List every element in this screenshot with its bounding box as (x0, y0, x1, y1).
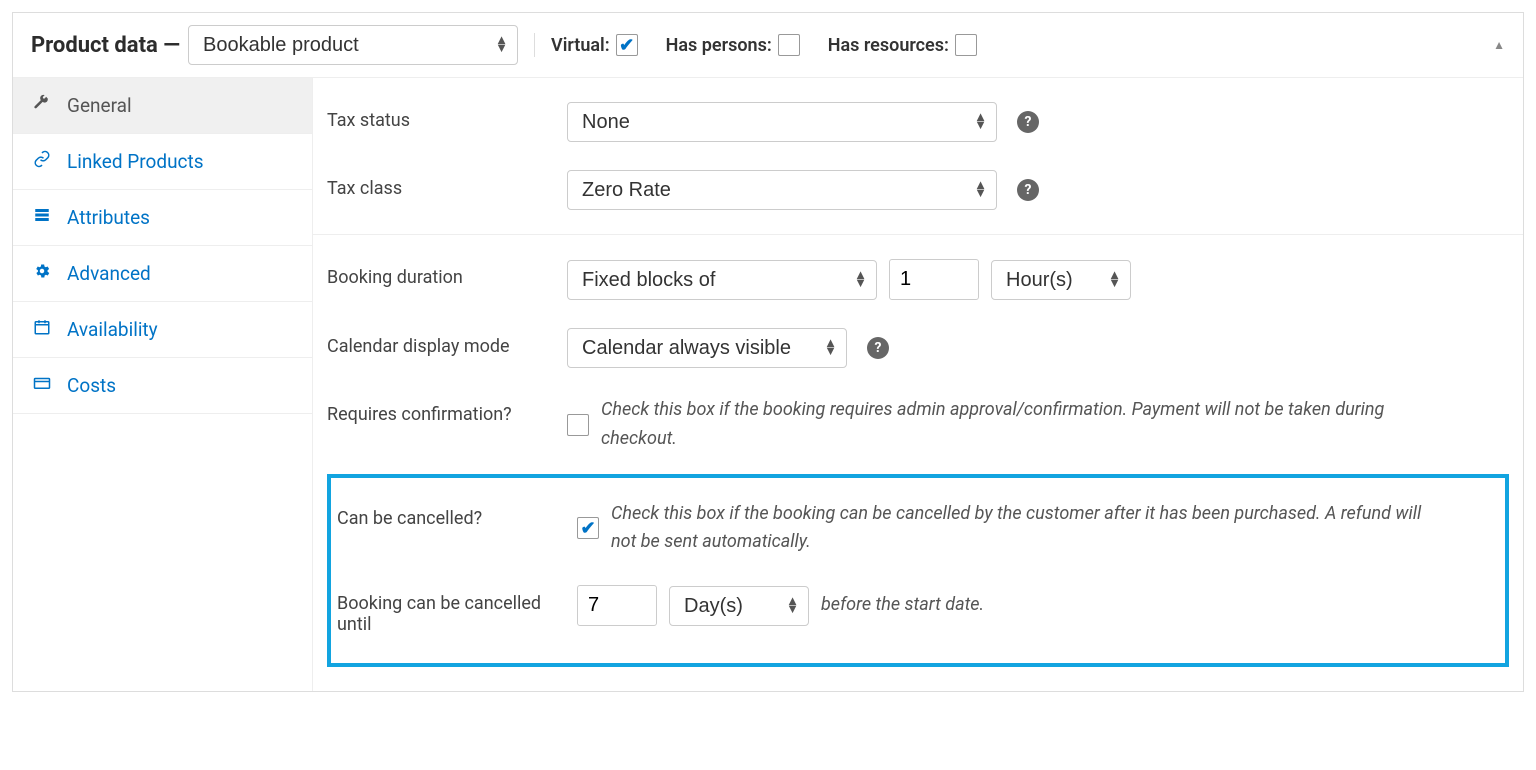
can-be-cancelled-checkbox[interactable] (577, 517, 599, 539)
help-icon[interactable]: ? (1017, 111, 1039, 133)
cancellation-highlight: Can be cancelled? Check this box if the … (327, 474, 1509, 668)
gear-icon (33, 262, 55, 285)
sidebar-item-label: Advanced (67, 262, 151, 285)
tax-status-label: Tax status (327, 102, 567, 131)
cancel-until-value-input[interactable] (577, 585, 657, 626)
sidebar-item-linked-products[interactable]: Linked Products (13, 134, 312, 190)
panel-body: General Linked Products Attributes Advan… (13, 78, 1523, 691)
has-resources-checkbox[interactable] (955, 34, 977, 56)
sidebar-item-label: Costs (67, 374, 116, 397)
booking-duration-label: Booking duration (327, 259, 567, 288)
duration-type-select[interactable]: Fixed blocks of (567, 260, 877, 300)
panel-title: Product data — (31, 33, 180, 58)
calendar-mode-label: Calendar display mode (327, 328, 567, 357)
sidebar: General Linked Products Attributes Advan… (13, 78, 313, 691)
duration-unit-select[interactable]: Hour(s) (991, 260, 1131, 300)
list-icon (33, 206, 55, 229)
virtual-label: Virtual: (551, 35, 610, 56)
help-icon[interactable]: ? (867, 337, 889, 359)
sidebar-item-label: Attributes (67, 206, 150, 229)
link-icon (33, 150, 55, 173)
calendar-mode-select[interactable]: Calendar always visible (567, 328, 847, 368)
sidebar-item-label: Linked Products (67, 150, 204, 173)
panel-header: Product data — Bookable product ▲▼ Virtu… (13, 13, 1523, 78)
content: Tax status None ▲▼ ? Tax class (313, 78, 1523, 691)
virtual-checkbox[interactable] (616, 34, 638, 56)
divider (534, 33, 535, 57)
requires-confirmation-checkbox[interactable] (567, 414, 589, 436)
has-persons-checkbox[interactable] (778, 34, 800, 56)
sidebar-item-label: Availability (67, 318, 158, 341)
tax-class-select[interactable]: Zero Rate (567, 170, 997, 210)
wrench-icon (33, 94, 55, 117)
duration-number-input[interactable] (889, 259, 979, 300)
sidebar-item-costs[interactable]: Costs (13, 358, 312, 414)
tax-status-select[interactable]: None (567, 102, 997, 142)
collapse-toggle-icon[interactable]: ▲ (1493, 38, 1505, 52)
calendar-icon (33, 318, 55, 341)
booking-section: Booking duration Fixed blocks of ▲▼ Hour… (313, 234, 1523, 691)
sidebar-item-label: General (67, 94, 132, 117)
sidebar-item-general[interactable]: General (13, 78, 312, 134)
card-icon (33, 374, 55, 397)
tax-section: Tax status None ▲▼ ? Tax class (313, 78, 1523, 234)
sidebar-item-availability[interactable]: Availability (13, 302, 312, 358)
help-icon[interactable]: ? (1017, 179, 1039, 201)
product-type-select[interactable]: Bookable product (188, 25, 518, 65)
can-be-cancelled-label: Can be cancelled? (337, 500, 577, 529)
product-data-panel: Product data — Bookable product ▲▼ Virtu… (12, 12, 1524, 692)
requires-confirmation-label: Requires confirmation? (327, 396, 567, 425)
has-resources-label: Has resources: (828, 35, 949, 56)
tax-class-label: Tax class (327, 170, 567, 199)
requires-confirmation-desc: Check this box if the booking requires a… (601, 396, 1421, 454)
sidebar-item-attributes[interactable]: Attributes (13, 190, 312, 246)
cancel-until-label: Booking can be cancelled until (337, 585, 577, 635)
can-be-cancelled-desc: Check this box if the booking can be can… (611, 500, 1431, 558)
sidebar-item-advanced[interactable]: Advanced (13, 246, 312, 302)
cancel-until-unit-select[interactable]: Day(s) (669, 586, 809, 626)
cancel-until-suffix: before the start date. (821, 591, 984, 620)
has-persons-label: Has persons: (666, 35, 772, 56)
